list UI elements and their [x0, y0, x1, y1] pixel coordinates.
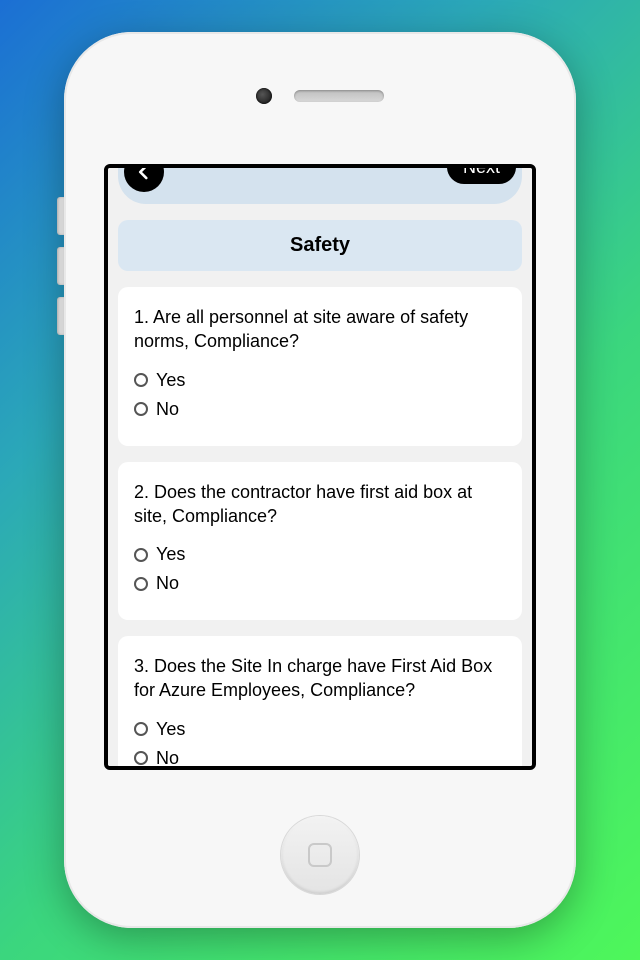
radio-icon: [134, 373, 148, 387]
next-button-label: Next: [463, 168, 500, 178]
question-text: 3. Does the Site In charge have First Ai…: [134, 654, 506, 703]
question-text: 1. Are all personnel at site aware of sa…: [134, 305, 506, 354]
radio-icon: [134, 402, 148, 416]
volume-up: [57, 197, 64, 235]
home-button[interactable]: [281, 816, 359, 894]
option-no[interactable]: No: [134, 399, 506, 420]
radio-icon: [134, 722, 148, 736]
section-header: Safety: [118, 220, 522, 271]
phone-frame: Next Safety 1. Are all personnel at site…: [64, 32, 576, 928]
speaker-grille: [294, 90, 384, 102]
option-yes[interactable]: Yes: [134, 370, 506, 391]
option-label: Yes: [156, 370, 185, 391]
volume-down: [57, 247, 64, 285]
option-no[interactable]: No: [134, 748, 506, 766]
chevron-left-icon: [135, 168, 153, 181]
question-card: 1. Are all personnel at site aware of sa…: [118, 287, 522, 446]
mute-switch: [57, 297, 64, 335]
option-yes[interactable]: Yes: [134, 719, 506, 740]
option-label: No: [156, 573, 179, 594]
nav-bar: Next: [118, 168, 522, 204]
home-square-icon: [308, 843, 332, 867]
question-card: 2. Does the contractor have first aid bo…: [118, 462, 522, 621]
radio-icon: [134, 548, 148, 562]
earpiece-area: [64, 88, 576, 104]
app-content: Next Safety 1. Are all personnel at site…: [108, 168, 532, 766]
question-text: 2. Does the contractor have first aid bo…: [134, 480, 506, 529]
radio-icon: [134, 751, 148, 765]
next-button[interactable]: Next: [447, 168, 516, 184]
section-title: Safety: [290, 234, 350, 256]
option-label: No: [156, 399, 179, 420]
volume-buttons: [57, 197, 64, 347]
front-camera: [256, 88, 272, 104]
radio-icon: [134, 577, 148, 591]
questions-list: 1. Are all personnel at site aware of sa…: [108, 287, 532, 766]
option-label: No: [156, 748, 179, 766]
screen: Next Safety 1. Are all personnel at site…: [104, 164, 536, 770]
back-button[interactable]: [124, 168, 164, 192]
option-label: Yes: [156, 544, 185, 565]
option-yes[interactable]: Yes: [134, 544, 506, 565]
option-label: Yes: [156, 719, 185, 740]
question-card: 3. Does the Site In charge have First Ai…: [118, 636, 522, 766]
option-no[interactable]: No: [134, 573, 506, 594]
